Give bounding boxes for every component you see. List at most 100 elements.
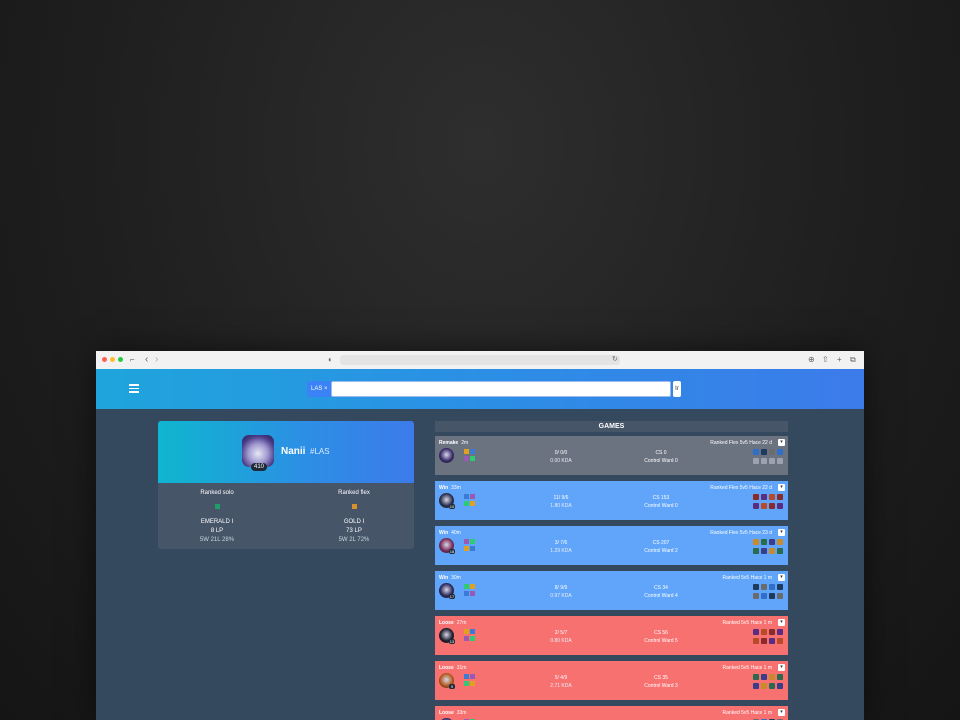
game-ago: Hace 1 m [750,665,772,671]
game-duration: 33m [456,710,467,716]
game-queue: Ranked Flex 5v5 Hace 22 d [710,485,772,491]
game-duration: 2m [461,440,469,446]
kda-score: 0/ 0/0 [554,450,568,456]
game-row[interactable]: Win 30m 17 8/ 9/9 0.97 KDA CS 34 Control Ward … [435,571,788,610]
item-icon [753,683,759,689]
close-window-button[interactable] [102,357,107,362]
summoner-search-input[interactable] [331,381,671,397]
rank-lp: 73 LP [346,528,362,534]
item-icon [769,503,775,509]
expand-game-button[interactable]: ▾ [778,574,785,581]
reload-icon[interactable]: ↻ [612,354,618,366]
back-icon[interactable]: ‹ [145,354,148,365]
search-go-button[interactable]: Ir [673,381,681,397]
item-icon [777,674,783,680]
summoner-spell-icon [470,449,475,454]
region-select[interactable]: LAS × [307,381,332,397]
game-result-label: Loose [439,710,454,716]
profile-card: 410 Nanii #LAS Ranked solo EMERALD I 8 L… [158,421,414,549]
minimize-window-button[interactable] [110,357,115,362]
champion-level: 13 [449,639,455,644]
games-title: GAMES [435,421,788,432]
game-kda: 2/ 5/7 0.80 KDA [533,630,589,644]
game-result: Win 33m [439,485,461,491]
game-row[interactable]: Win 40m 18 3/ 7/6 1.29 KDA CS 207 Control Ward… [435,526,788,565]
item-icon [753,503,759,509]
expand-game-button[interactable]: ▾ [778,664,785,671]
summoner-spell-icon [470,584,475,589]
cs-count: CS 56 [654,630,668,636]
champion-icon [439,448,454,463]
item-icon [769,494,775,500]
kda-ratio: 2.71 KDA [550,683,572,689]
expand-game-button[interactable]: ▾ [778,484,785,491]
game-cs: CS 34 Control Ward 4 [633,585,689,599]
kda-ratio: 0.00 KDA [550,458,572,464]
queue-type: Ranked Flex 5v5 [710,485,748,491]
sidebar-toggle-icon[interactable]: ⌐ [130,354,135,366]
expand-game-button[interactable]: ▾ [778,529,785,536]
game-row[interactable]: Loose 27m 13 2/ 5/7 0.80 KDA CS 56 Control War… [435,616,788,655]
rank-emblem-icon [214,504,220,509]
champion-level: 9 [449,684,455,689]
game-kda: 11/ 9/6 1.80 KDA [533,495,589,509]
game-duration: 30m [451,575,461,581]
summoner-spell-icon [470,674,475,679]
game-row[interactable]: Win 33m 10 11/ 9/6 1.80 KDA CS 153 Control War… [435,481,788,520]
champion-level: 17 [449,594,455,599]
profile-banner: 410 Nanii #LAS [158,421,414,483]
kda-score: 11/ 9/6 [553,495,569,501]
zoom-window-button[interactable] [118,357,123,362]
rank-lp: 8 LP [210,528,224,534]
game-result-label: Loose [439,665,454,671]
game-duration: 31m [456,665,467,671]
game-row[interactable]: Remake 2m 0/ 0/0 0.00 KDA CS 0 Control Ward 0… [435,436,788,475]
queue-type: Ranked 5v5 [722,710,750,716]
game-result-label: Win [439,485,449,491]
expand-game-button[interactable]: ▾ [778,439,785,446]
rune-icon [470,546,475,551]
game-result-label: Loose [439,620,454,626]
game-duration: 27m [456,620,467,626]
rune-icon [470,501,475,506]
game-ago: Hace 23 d [749,530,772,536]
queue-type: Ranked Flex 5v5 [710,440,748,446]
game-result: Loose 33m [439,710,466,716]
game-kda: 8/ 9/9 0.97 KDA [533,585,589,599]
game-row[interactable]: Loose 31m 9 5/ 4/9 2.71 KDA CS 35 Control Ward… [435,661,788,700]
kda-score: 5/ 4/9 [554,675,568,681]
hamburger-menu-icon[interactable] [129,384,139,393]
share-icon[interactable]: ⇧ [822,354,829,366]
rune-icon [464,456,469,461]
app-header: LAS × Ir [96,369,864,409]
item-icon [753,458,759,464]
item-icon [777,638,783,644]
summoner-spell-icon [470,539,475,544]
tab-overview-icon[interactable]: ⧉ [850,354,856,366]
item-icon [761,674,767,680]
game-result-label: Remake [439,440,459,446]
game-row[interactable]: Loose 33m Ranked 5v5 Hace 1 m ▾ [435,706,788,720]
item-icon [753,494,759,500]
forward-icon[interactable]: › [155,354,158,365]
item-icon [769,539,775,545]
control-wards: Control Ward 2 [644,548,678,554]
item-icon [769,629,775,635]
cs-count: CS 34 [654,585,668,591]
item-icon [769,593,775,599]
expand-game-button[interactable]: ▾ [778,619,785,626]
game-result: Win 40m [439,530,461,536]
games-panel: GAMES Remake 2m 0/ 0/0 0.00 KDA CS 0 Control … [435,421,788,720]
address-bar[interactable] [340,355,620,365]
item-icon [761,584,767,590]
expand-game-button[interactable]: ▾ [778,709,785,716]
item-icon [761,494,767,500]
download-icon[interactable]: ⊕ [808,354,815,366]
site-settings-icon[interactable]: ◐ [328,354,333,366]
new-tab-icon[interactable]: + [837,354,842,366]
summoner-spell-icon [470,629,475,634]
rune-icon [464,636,469,641]
queue-type: Ranked 5v5 [722,665,750,671]
game-result-label: Win [439,530,449,536]
summoner-spell-icon [464,449,469,454]
